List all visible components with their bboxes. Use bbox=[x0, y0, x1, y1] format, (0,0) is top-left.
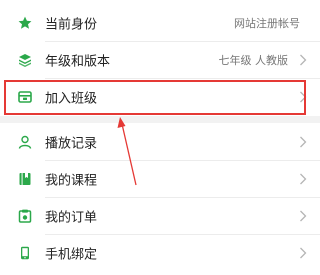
chevron-right-icon bbox=[299, 54, 307, 66]
menu-item-label: 播放记录 bbox=[45, 136, 98, 152]
class-board-icon bbox=[18, 90, 32, 104]
menu-item-join-class[interactable]: 加入班级 bbox=[0, 79, 320, 115]
user-icon bbox=[18, 135, 32, 149]
menu-item-label: 加入班级 bbox=[45, 91, 98, 107]
menu-item-label: 年级和版本 bbox=[45, 54, 111, 70]
menu-item-phone-binding[interactable]: 手机绑定 bbox=[0, 235, 320, 271]
chevron-right-icon bbox=[299, 210, 307, 222]
chevron-right-icon bbox=[299, 136, 307, 148]
menu-item-label: 我的订单 bbox=[45, 210, 98, 226]
menu-item-value: 网站注册帐号 bbox=[234, 17, 300, 30]
menu-item-play-history[interactable]: 播放记录 bbox=[0, 124, 320, 160]
menu-item-label: 手机绑定 bbox=[45, 247, 98, 263]
menu-item-label: 我的课程 bbox=[45, 173, 98, 189]
book-icon bbox=[18, 172, 32, 186]
menu-group-learning: 播放记录 我的课程 我的订单 手机绑定 bbox=[0, 123, 320, 275]
menu-item-value: 七年级 人教版 bbox=[218, 54, 289, 67]
chevron-right-icon bbox=[299, 173, 307, 185]
menu-group-account: 当前身份 网站注册帐号 年级和版本 七年级 人教版 加入班级 bbox=[0, 0, 320, 116]
menu-item-grade-version[interactable]: 年级和版本 七年级 人教版 bbox=[0, 42, 320, 78]
chevron-right-icon bbox=[299, 91, 307, 103]
phone-icon bbox=[18, 246, 32, 260]
layers-icon bbox=[18, 53, 32, 67]
menu-item-label: 当前身份 bbox=[45, 17, 98, 33]
chevron-right-icon bbox=[299, 247, 307, 259]
star-icon bbox=[18, 16, 32, 30]
menu-item-my-orders[interactable]: 我的订单 bbox=[0, 198, 320, 234]
order-icon bbox=[18, 209, 32, 223]
menu-item-my-courses[interactable]: 我的课程 bbox=[0, 161, 320, 197]
menu-item-current-identity[interactable]: 当前身份 网站注册帐号 bbox=[0, 5, 320, 41]
